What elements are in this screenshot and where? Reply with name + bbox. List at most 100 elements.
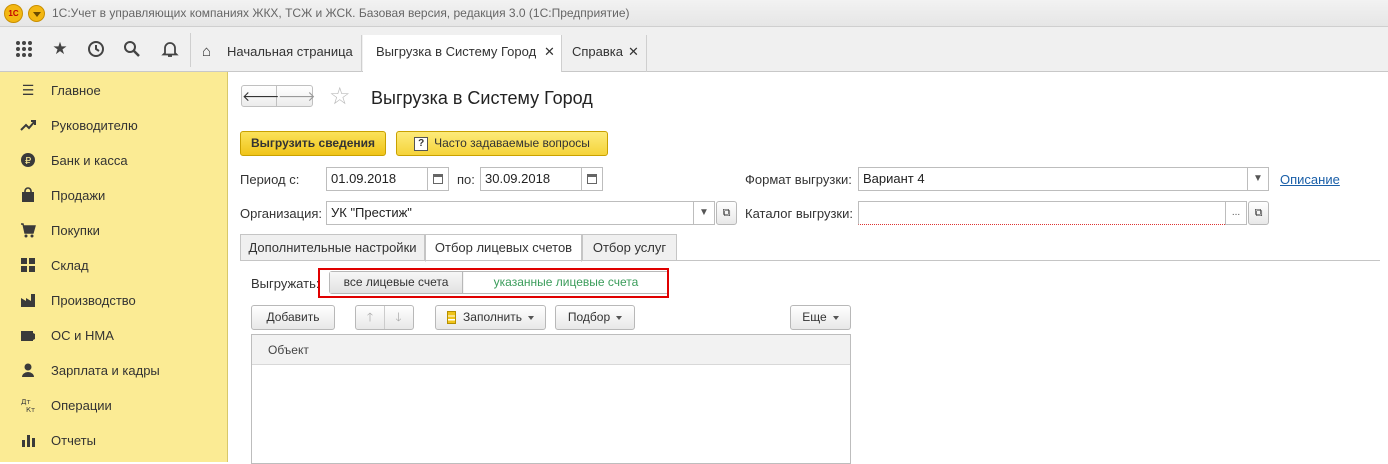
sidebar-item-label: Зарплата и кадры: [51, 363, 160, 378]
sidebar-item-label: Продажи: [51, 188, 106, 203]
open-icon[interactable]: ⧉: [1248, 201, 1269, 225]
forward-button[interactable]: 🡒: [278, 86, 316, 106]
app-logo-icon[interactable]: 1С: [4, 4, 23, 23]
organization-label: Организация:: [240, 206, 323, 221]
move-up-icon[interactable]: 🡑: [357, 306, 385, 329]
sidebar-item-salary[interactable]: Зарплата и кадры: [0, 353, 228, 388]
sidebar-item-main[interactable]: ☰ Главное: [0, 73, 228, 108]
catalog-field[interactable]: ...: [858, 201, 1247, 225]
move-buttons: 🡑 🡓: [355, 305, 414, 330]
add-button[interactable]: Добавить: [251, 305, 335, 330]
main-menu-dropdown-icon[interactable]: [28, 5, 45, 22]
description-link[interactable]: Описание: [1280, 172, 1340, 187]
faq-button[interactable]: ? Часто задаваемые вопросы: [396, 131, 608, 156]
sidebar-item-reports[interactable]: Отчеты: [0, 423, 228, 458]
accounts-table[interactable]: Объект: [251, 334, 851, 464]
sidebar-item-label: Операции: [51, 398, 112, 413]
tab-service-filter[interactable]: Отбор услуг: [582, 234, 677, 261]
ruble-coin-icon: ₽: [20, 152, 36, 168]
more-button[interactable]: Еще: [790, 305, 851, 330]
sidebar-item-label: Производство: [51, 293, 136, 308]
back-button[interactable]: 🡐: [242, 86, 280, 106]
highlight-frame: [318, 268, 669, 298]
toolbar: ★ ⌂ Начальная страница Выгрузка в Систем…: [0, 27, 1388, 75]
help-question-icon: ?: [414, 136, 429, 151]
sidebar-item-manager[interactable]: Руководителю: [0, 108, 228, 143]
chevron-down-icon: [616, 315, 623, 320]
close-icon[interactable]: ✕: [628, 35, 639, 69]
history-icon[interactable]: [84, 37, 108, 61]
dt-kt-icon: Дт Кт: [20, 397, 36, 414]
tab-home-label: Начальная страница: [227, 44, 353, 59]
move-down-icon[interactable]: 🡓: [385, 306, 413, 329]
tab-home[interactable]: ⌂ Начальная страница: [191, 35, 362, 72]
warehouse-grid-icon: [20, 257, 36, 273]
format-select[interactable]: Вариант 4 ▼: [858, 167, 1269, 191]
sidebar-item-warehouse[interactable]: Склад: [0, 248, 228, 283]
factory-icon: [20, 292, 36, 308]
tab-divider: [240, 260, 1380, 261]
tab-account-filter[interactable]: Отбор лицевых счетов: [425, 234, 582, 262]
favorite-star-icon[interactable]: ☆: [329, 82, 351, 111]
calendar-icon[interactable]: [581, 167, 603, 191]
sidebar-item-purchases[interactable]: Покупки: [0, 213, 228, 248]
tab-export[interactable]: Выгрузка в Систему Город ✕: [363, 35, 562, 75]
column-header-object[interactable]: Объект: [268, 343, 309, 357]
tab-additional-settings[interactable]: Дополнительные настройки: [240, 234, 425, 261]
cart-icon: [20, 222, 36, 238]
main-form: 🡐 🡒 ☆ Выгрузка в Систему Город Выгрузить…: [229, 72, 1388, 464]
shopping-bag-icon: [20, 187, 36, 203]
sidebar-item-bank[interactable]: ₽ Банк и касса: [0, 143, 228, 178]
export-data-button[interactable]: Выгрузить сведения: [240, 131, 386, 156]
tab-help[interactable]: Справка ✕: [563, 35, 647, 72]
organization-field[interactable]: УК "Престиж" ▼: [326, 201, 715, 225]
sidebar-item-label: Отчеты: [51, 433, 96, 448]
sidebar-item-label: Склад: [51, 258, 89, 273]
fill-button[interactable]: Заполнить: [435, 305, 546, 330]
format-label: Формат выгрузки:: [745, 172, 852, 187]
page-title: Выгрузка в Систему Город: [371, 88, 593, 108]
sidebar: ☰ Главное Руководителю ₽ Банк и касса Пр…: [0, 72, 228, 462]
star-icon[interactable]: ★: [48, 37, 72, 61]
chevron-down-icon: [527, 315, 534, 320]
browse-dots-button[interactable]: ...: [1225, 201, 1247, 225]
sidebar-item-label: ОС и НМА: [51, 328, 114, 343]
home-icon: ⌂: [202, 43, 212, 60]
nav-buttons: 🡐 🡒: [241, 85, 316, 107]
catalog-label: Каталог выгрузки:: [745, 206, 853, 221]
period-to-label: по:: [457, 172, 475, 187]
organization-value: УК "Престиж": [331, 205, 412, 220]
bell-icon[interactable]: [158, 37, 182, 61]
title-bar: 1С 1С:Учет в управляющих компаниях ЖКХ, …: [0, 0, 1388, 27]
sidebar-item-label: Покупки: [51, 223, 100, 238]
bar-chart-icon: [20, 432, 36, 448]
chevron-down-icon: [832, 315, 839, 320]
sidebar-item-operations[interactable]: Дт Кт Операции: [0, 388, 228, 423]
period-from-field[interactable]: 01.09.2018: [326, 167, 449, 191]
export-mode-label: Выгружать:: [251, 276, 320, 291]
pick-button-label: Подбор: [567, 310, 611, 324]
window-title: 1С:Учет в управляющих компаниях ЖКХ, ТСЖ…: [52, 6, 630, 20]
tab-export-label: Выгрузка в Систему Город: [376, 35, 537, 75]
close-icon[interactable]: ✕: [544, 35, 555, 69]
apps-grid-icon[interactable]: [12, 37, 36, 61]
calendar-icon[interactable]: [427, 167, 449, 191]
sidebar-item-sales[interactable]: Продажи: [0, 178, 228, 213]
period-to-field[interactable]: 30.09.2018: [480, 167, 603, 191]
format-value: Вариант 4: [863, 171, 925, 186]
chevron-down-icon[interactable]: ▼: [693, 201, 715, 225]
sidebar-item-label: Главное: [51, 83, 101, 98]
trend-up-icon: [20, 117, 36, 133]
sidebar-item-label: Руководителю: [51, 118, 138, 133]
sidebar-item-assets[interactable]: ОС и НМА: [0, 318, 228, 353]
svg-text:Кт: Кт: [26, 406, 35, 413]
fill-button-label: Заполнить: [463, 310, 522, 324]
chevron-down-icon[interactable]: ▼: [1247, 167, 1269, 191]
svg-text:₽: ₽: [25, 156, 32, 167]
more-button-label: Еще: [802, 310, 827, 324]
sidebar-item-production[interactable]: Производство: [0, 283, 228, 318]
menu-lines-icon: ☰: [21, 82, 35, 98]
search-icon[interactable]: [120, 37, 144, 61]
open-icon[interactable]: ⧉: [716, 201, 737, 225]
pick-button[interactable]: Подбор: [555, 305, 635, 330]
